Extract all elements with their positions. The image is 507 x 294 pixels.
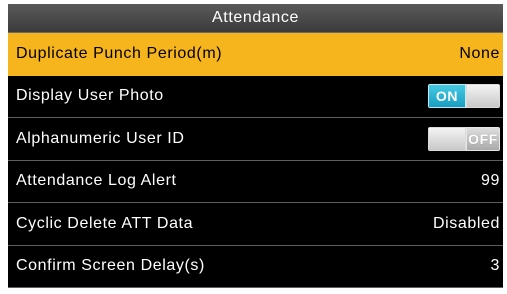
toggle-off-label: OFF: [466, 126, 500, 151]
toggle-knob: [466, 84, 500, 109]
setting-confirm-screen-delay[interactable]: Confirm Screen Delay(s) 3: [8, 246, 503, 288]
setting-display-user-photo[interactable]: Display User Photo ON: [8, 76, 503, 118]
attendance-screen: Attendance Duplicate Punch Period(m) Non…: [8, 4, 503, 288]
setting-value: Disabled: [432, 214, 500, 232]
setting-value: None: [459, 44, 500, 62]
setting-label: Attendance Log Alert: [16, 172, 177, 190]
display-user-photo-toggle[interactable]: ON: [428, 84, 500, 109]
page-title: Attendance: [8, 4, 503, 33]
alphanumeric-user-id-toggle[interactable]: OFF: [428, 126, 500, 151]
setting-label: Duplicate Punch Period(m): [16, 44, 223, 62]
setting-attendance-log-alert[interactable]: Attendance Log Alert 99: [8, 161, 503, 203]
setting-value: 3: [490, 257, 500, 275]
setting-label: Confirm Screen Delay(s): [16, 257, 205, 275]
toggle-knob: [428, 126, 466, 151]
setting-label: Display User Photo: [16, 87, 164, 105]
setting-label: Alphanumeric User ID: [16, 129, 185, 147]
setting-label: Cyclic Delete ATT Data: [16, 214, 194, 232]
setting-alphanumeric-user-id[interactable]: Alphanumeric User ID OFF: [8, 118, 503, 161]
setting-duplicate-punch-period[interactable]: Duplicate Punch Period(m) None: [8, 33, 503, 76]
settings-list: Duplicate Punch Period(m) None Display U…: [8, 33, 503, 288]
toggle-on-label: ON: [428, 84, 466, 109]
setting-cyclic-delete-att-data[interactable]: Cyclic Delete ATT Data Disabled: [8, 203, 503, 246]
setting-value: 99: [481, 172, 500, 190]
